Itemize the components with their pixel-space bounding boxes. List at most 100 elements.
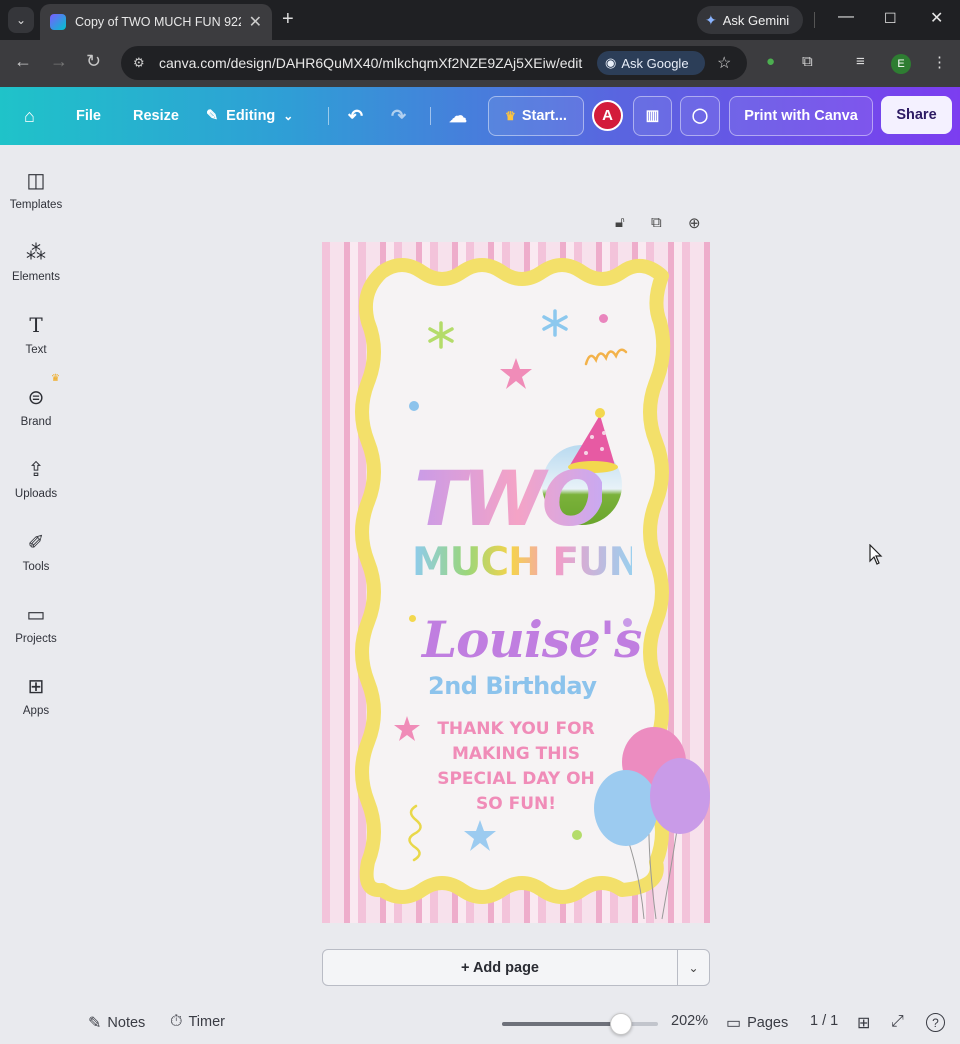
zoom-slider-track[interactable] bbox=[502, 1022, 658, 1026]
notes-icon: ✎ bbox=[88, 1015, 102, 1032]
sidebar-item-projects[interactable]: ▭ Projects bbox=[0, 601, 72, 661]
mouse-cursor-icon bbox=[869, 544, 883, 565]
yellow-dot bbox=[409, 615, 416, 622]
reading-list-icon[interactable]: ≡ bbox=[856, 53, 865, 70]
templates-icon: ◫ bbox=[26, 169, 46, 192]
new-tab-button[interactable]: + bbox=[282, 8, 294, 31]
start-trial-button[interactable]: ♛ Start... bbox=[488, 96, 584, 136]
editing-label: Editing bbox=[226, 108, 276, 124]
analytics-icon[interactable]: ▥ bbox=[633, 96, 672, 136]
grid-view-icon[interactable]: ⊞ bbox=[857, 1013, 870, 1033]
timer-button[interactable]: ⏱︎ Timer bbox=[170, 1013, 225, 1031]
design-name-text[interactable]: Louise's bbox=[422, 610, 642, 669]
extensions-puzzle-icon[interactable]: ⧉ bbox=[802, 53, 813, 70]
add-page-icon[interactable]: ⊕ bbox=[688, 214, 701, 232]
sidebar-item-text[interactable]: T Text bbox=[0, 312, 72, 372]
elements-icon: ⁂ bbox=[26, 241, 46, 264]
text-icon: T bbox=[29, 313, 43, 337]
yellow-squiggle-icon bbox=[408, 804, 422, 862]
gemini-icon: ✦ bbox=[705, 11, 717, 28]
ask-google-button[interactable]: ◉ Ask Google bbox=[597, 51, 705, 75]
fullscreen-icon[interactable]: ⤢ bbox=[891, 1013, 904, 1031]
browser-tab-bar: ⌄ Copy of TWO MUCH FUN 9229 ✕ + ✦ Ask Ge… bbox=[0, 0, 960, 40]
design-title-two[interactable]: TWO bbox=[414, 454, 606, 543]
user-avatar[interactable]: A bbox=[592, 100, 623, 131]
design-subtitle-text[interactable]: 2nd Birthday bbox=[428, 672, 597, 700]
sidebar-item-elements[interactable]: ⁂ Elements bbox=[0, 239, 72, 299]
small-pink-star-icon bbox=[394, 716, 420, 741]
sidebar-item-uploads[interactable]: ⇪ Uploads bbox=[0, 456, 72, 516]
lock-icon[interactable]: 🔓︎ bbox=[615, 214, 625, 231]
orange-squiggle-icon bbox=[584, 348, 628, 366]
address-bar-row: ← → ↻ ⚙ canva.com/design/DAHR6QuMX40/mlk… bbox=[0, 40, 960, 87]
file-menu[interactable]: File bbox=[76, 87, 101, 145]
balloons-icon bbox=[594, 727, 710, 920]
sidebar-item-templates[interactable]: ◫ Templates bbox=[0, 167, 72, 227]
extension-money-icon[interactable]: ● bbox=[766, 53, 775, 70]
redo-icon[interactable]: ↷ bbox=[391, 87, 406, 145]
lens-icon: ◉ bbox=[605, 55, 617, 70]
close-window-icon[interactable]: ✕ bbox=[930, 8, 943, 28]
notes-label: Notes bbox=[107, 1015, 146, 1031]
comment-icon[interactable]: ◯ bbox=[680, 96, 720, 136]
divider bbox=[814, 12, 815, 28]
back-arrow-icon[interactable]: ← bbox=[14, 51, 32, 72]
close-tab-icon[interactable]: ✕ bbox=[249, 12, 262, 32]
pink-star-icon bbox=[500, 358, 532, 389]
notes-button[interactable]: ✎ Notes bbox=[88, 1013, 145, 1033]
zoom-slider-thumb[interactable] bbox=[609, 1013, 632, 1035]
sidebar-item-tools[interactable]: ✐ Tools bbox=[0, 529, 72, 589]
maximize-icon[interactable]: ☐ bbox=[884, 10, 897, 27]
undo-icon[interactable]: ↶ bbox=[348, 87, 363, 145]
reload-icon[interactable]: ↻ bbox=[86, 51, 101, 72]
url-text: canva.com/design/DAHR6QuMX40/mlkchqmXf2N… bbox=[159, 55, 583, 71]
minimize-icon[interactable]: — bbox=[838, 8, 854, 26]
pages-label: Pages bbox=[747, 1015, 789, 1031]
divider bbox=[328, 107, 329, 125]
crown-icon: ♛ bbox=[505, 109, 516, 123]
design-page[interactable]: TWO MUCH FUN Louise's 2nd Birthday THANK… bbox=[322, 242, 710, 923]
forward-arrow-icon[interactable]: → bbox=[50, 51, 68, 72]
uploads-icon: ⇪ bbox=[27, 458, 45, 481]
resize-button[interactable]: Resize bbox=[133, 87, 179, 145]
ask-gemini-button[interactable]: ✦ Ask Gemini bbox=[697, 6, 803, 34]
divider bbox=[430, 107, 431, 125]
browser-tab[interactable]: Copy of TWO MUCH FUN 9229 ✕ bbox=[40, 4, 272, 40]
duplicate-page-icon[interactable]: ⧉ bbox=[651, 214, 662, 231]
page-counter[interactable]: 1 / 1 bbox=[810, 1013, 838, 1029]
profile-avatar[interactable]: E bbox=[891, 54, 911, 74]
sidebar-item-brand[interactable]: ⊜ Brand bbox=[0, 384, 72, 444]
blue-asterisk-icon bbox=[542, 309, 568, 337]
canva-favicon-icon bbox=[50, 14, 66, 30]
zoom-level[interactable]: 202% bbox=[671, 1013, 708, 1029]
green-asterisk-icon bbox=[428, 321, 454, 349]
home-icon[interactable]: ⌂ bbox=[24, 87, 35, 145]
brand-crown-icon: ♛ bbox=[51, 373, 60, 384]
share-button[interactable]: Share bbox=[881, 96, 952, 134]
editing-mode-dropdown[interactable]: ✎ Editing ⌄ bbox=[206, 87, 293, 145]
add-page-dropdown-chevron-icon[interactable]: ⌄ bbox=[677, 949, 710, 986]
pages-button[interactable]: ▭ Pages bbox=[726, 1013, 788, 1033]
green-dot bbox=[572, 830, 582, 840]
browser-menu-icon[interactable]: ⋮ bbox=[932, 53, 947, 71]
pages-icon: ▭ bbox=[726, 1015, 742, 1032]
url-bar[interactable]: ⚙ canva.com/design/DAHR6QuMX40/mlkchqmXf… bbox=[121, 46, 747, 80]
design-title-much-fun[interactable]: MUCH FUN bbox=[412, 540, 641, 585]
start-label: Start... bbox=[521, 108, 567, 124]
apps-icon: ⊞ bbox=[27, 675, 45, 698]
cloud-saved-icon[interactable]: ☁ bbox=[449, 87, 467, 145]
add-page-button[interactable]: + Add page bbox=[322, 949, 678, 986]
design-message-text[interactable]: THANK YOU FOR MAKING THIS SPECIAL DAY OH… bbox=[430, 717, 602, 817]
zoom-slider-fill bbox=[502, 1022, 621, 1026]
help-icon[interactable]: ? bbox=[926, 1013, 945, 1032]
pink-dot bbox=[599, 314, 608, 323]
blue-star-icon bbox=[464, 820, 496, 851]
sidebar-item-apps[interactable]: ⊞ Apps bbox=[0, 673, 72, 733]
bookmark-star-icon[interactable]: ☆ bbox=[717, 53, 731, 73]
tab-search-button[interactable]: ⌄ bbox=[8, 7, 34, 33]
print-with-canva-button[interactable]: Print with Canva bbox=[729, 96, 873, 136]
site-settings-icon[interactable]: ⚙ bbox=[133, 55, 153, 71]
tab-title: Copy of TWO MUCH FUN 9229 bbox=[75, 15, 241, 29]
left-sidebar: ◫ Templates ⁂ Elements T Text ⊜ Brand ⇪ … bbox=[0, 145, 72, 1044]
pencil-icon: ✎ bbox=[206, 108, 219, 124]
